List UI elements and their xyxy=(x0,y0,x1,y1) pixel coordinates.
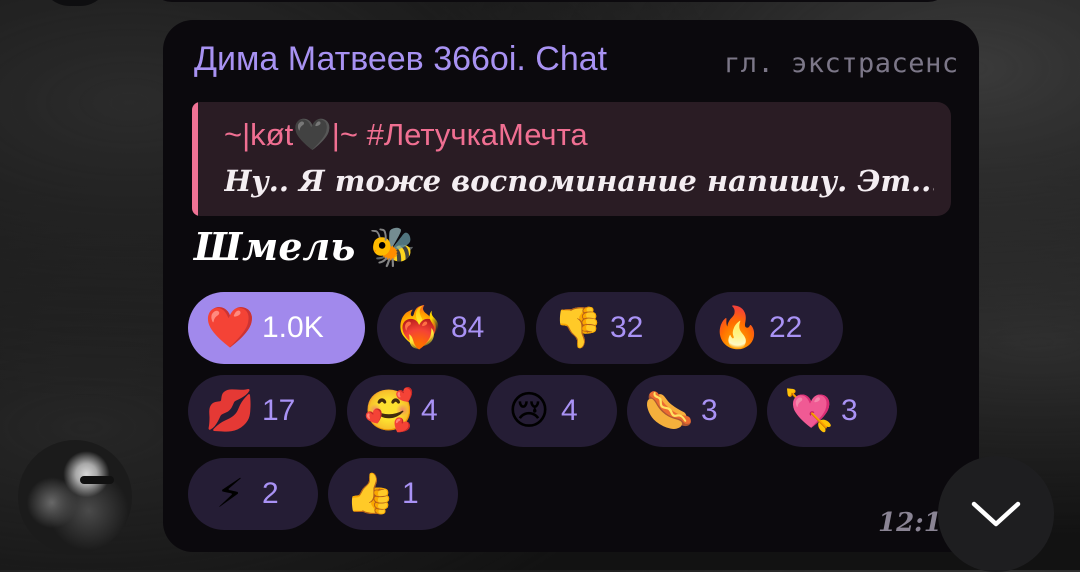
reaction-count: 84 xyxy=(451,311,485,344)
reaction-thumbs-up[interactable]: 👍 1 xyxy=(328,458,458,530)
heart-on-fire-icon: ❤️‍🔥 xyxy=(394,305,444,351)
previous-message-edge xyxy=(150,0,950,2)
reaction-crying-face[interactable]: 😢 4 xyxy=(487,375,617,447)
reaction-count: 1.0K xyxy=(262,311,324,344)
reaction-thumbs-down[interactable]: 👎 32 xyxy=(536,292,684,364)
fire-icon: 🔥 xyxy=(712,305,762,351)
crying-face-icon: 😢 xyxy=(508,388,550,434)
smiling-face-hearts-icon: 🥰 xyxy=(364,388,414,434)
reaction-hot-dog[interactable]: 🌭 3 xyxy=(627,375,757,447)
reaction-smiling-hearts[interactable]: 🥰 4 xyxy=(347,375,477,447)
reaction-count: 32 xyxy=(610,311,644,344)
lightning-icon: ⚡ xyxy=(215,471,245,517)
sender-name[interactable]: Дима Матвеев 366oi. Chat xyxy=(194,40,607,79)
reaction-heart-on-fire[interactable]: ❤️‍🔥 84 xyxy=(377,292,525,364)
reply-accent-bar xyxy=(192,102,198,216)
hot-dog-icon: 🌭 xyxy=(644,388,694,434)
reply-author: ~|køt🖤|~ #ЛетучкаМечта xyxy=(224,117,588,152)
reply-text: Ну.. Я тоже воспоминание напишу. Эт... xyxy=(224,164,934,198)
reaction-heart-arrow[interactable]: 💘 3 xyxy=(767,375,897,447)
thumbs-down-icon: 👎 xyxy=(553,305,603,351)
thumbs-up-icon: 👍 xyxy=(345,471,395,517)
reaction-count: 2 xyxy=(262,477,279,510)
chevron-down-icon xyxy=(971,501,1021,527)
sender-rank: гл. экстрасенс xyxy=(724,48,959,79)
heart-icon: ❤️ xyxy=(205,305,255,351)
reaction-fire[interactable]: 🔥 22 xyxy=(695,292,843,364)
message-text: Шмель xyxy=(194,224,356,269)
scroll-down-button[interactable] xyxy=(938,456,1054,572)
bee-icon: 🐝 xyxy=(368,224,416,269)
reaction-count: 4 xyxy=(561,394,578,427)
kiss-mark-icon: 💋 xyxy=(205,388,255,434)
previous-avatar-edge xyxy=(40,0,110,6)
message-text-line: Шмель 🐝 xyxy=(194,224,416,270)
user-avatar[interactable] xyxy=(18,440,132,554)
reaction-kiss-mark[interactable]: 💋 17 xyxy=(188,375,336,447)
reply-quote[interactable]: ~|køt🖤|~ #ЛетучкаМечта Ну.. Я тоже воспо… xyxy=(192,102,951,216)
reaction-count: 22 xyxy=(769,311,803,344)
message-time: 12:1 xyxy=(878,508,942,538)
reaction-count: 3 xyxy=(841,394,858,427)
reaction-count: 3 xyxy=(701,394,718,427)
avatar-glasses xyxy=(80,476,114,484)
reaction-count: 1 xyxy=(402,477,419,510)
reaction-lightning[interactable]: ⚡ 2 xyxy=(188,458,318,530)
reaction-count: 4 xyxy=(421,394,438,427)
heart-with-arrow-icon: 💘 xyxy=(784,388,834,434)
reaction-heart[interactable]: ❤️ 1.0K xyxy=(188,292,365,364)
reaction-count: 17 xyxy=(262,394,296,427)
